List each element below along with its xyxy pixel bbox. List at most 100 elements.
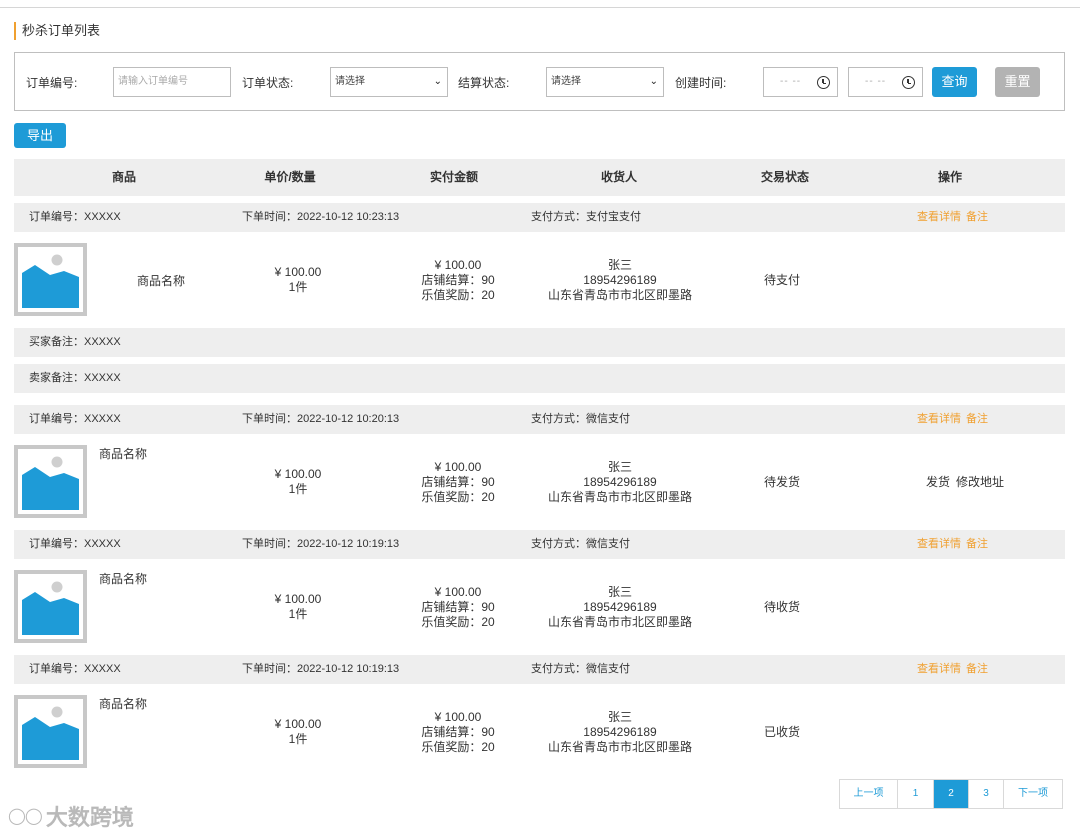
quantity: 1件 <box>288 732 308 746</box>
trade-status: 待收货 <box>763 600 800 614</box>
settle-status-select[interactable]: 请选择 ⌄ <box>546 67 664 97</box>
store-settlement: 店铺结算：90 <box>421 725 495 739</box>
ship-link[interactable]: 发货 <box>926 475 950 490</box>
product-image[interactable] <box>14 695 87 768</box>
remark-link[interactable]: 备注 <box>966 530 988 559</box>
time-start-value: -- -- <box>780 76 802 87</box>
receiver-info: 张三 18954296189 山东省青岛市市北区即墨路 <box>540 258 700 303</box>
reward-points: 乐值奖励：20 <box>421 615 495 629</box>
page-title: 秒杀订单列表 <box>14 22 100 40</box>
receiver-phone: 18954296189 <box>583 475 657 489</box>
price-quantity: ¥ 100.00 1件 <box>248 467 348 497</box>
quantity: 1件 <box>288 607 308 621</box>
watermark-text: 大数跨境 <box>45 805 134 830</box>
chevron-down-icon: ⌄ <box>433 76 442 87</box>
view-detail-link[interactable]: 查看详情 <box>917 203 961 232</box>
price-quantity: ¥ 100.00 1件 <box>248 717 348 747</box>
order-number: 订单编号：XXXXX <box>29 413 121 425</box>
reset-button[interactable]: 重置 <box>995 67 1040 97</box>
order-number: 订单编号：XXXXX <box>29 538 121 550</box>
product-name[interactable]: 商品名称 <box>99 697 147 712</box>
order-time: 下单时间：2022-10-12 10:19:13 <box>242 538 400 550</box>
product-name[interactable]: 商品名称 <box>137 274 185 289</box>
column-header: 操作 <box>937 170 962 184</box>
product-image[interactable] <box>14 445 87 518</box>
price-quantity: ¥ 100.00 1件 <box>248 592 348 622</box>
product-image[interactable] <box>14 243 87 316</box>
receiver-name: 张三 <box>607 460 632 474</box>
payment-method: 支付方式：支付宝支付 <box>531 211 641 223</box>
prev-page-button[interactable]: 上一项 <box>840 780 898 808</box>
quantity: 1件 <box>288 482 308 496</box>
remark-link[interactable]: 备注 <box>966 655 988 684</box>
order-time: 下单时间：2022-10-12 10:20:13 <box>242 413 400 425</box>
order-no-input[interactable]: 请输入订单编号 <box>113 67 231 97</box>
reward-points: 乐值奖励：20 <box>421 740 495 754</box>
column-header: 交易状态 <box>760 170 809 184</box>
column-header: 单价/数量 <box>264 170 316 184</box>
paid-amount: ¥ 100.00 店铺结算：90 乐值奖励：20 <box>403 258 513 303</box>
receiver-name: 张三 <box>607 710 632 724</box>
query-button[interactable]: 查询 <box>932 67 977 97</box>
unit-price: ¥ 100.00 <box>274 265 322 279</box>
paid-value: ¥ 100.00 <box>434 258 482 272</box>
time-start-input[interactable]: -- -- <box>763 67 838 97</box>
next-page-button[interactable]: 下一项 <box>1004 780 1062 808</box>
time-end-input[interactable]: -- -- <box>848 67 923 97</box>
column-header: 收货人 <box>600 170 637 184</box>
receiver-info: 张三 18954296189 山东省青岛市市北区即墨路 <box>540 710 700 755</box>
order-number: 订单编号：XXXXX <box>29 663 121 675</box>
order-status-select[interactable]: 请选择 ⌄ <box>330 67 448 97</box>
filter-panel: 订单编号: 请输入订单编号 订单状态: 请选择 ⌄ 结算状态: 请选择 ⌄ 创建… <box>14 52 1065 111</box>
top-divider <box>0 7 1080 8</box>
column-header: 商品 <box>111 170 136 184</box>
view-detail-link[interactable]: 查看详情 <box>917 405 961 434</box>
receiver-name: 张三 <box>607 585 632 599</box>
paid-amount: ¥ 100.00 店铺结算：90 乐值奖励：20 <box>403 585 513 630</box>
export-button[interactable]: 导出 <box>14 123 66 148</box>
edit-address-link[interactable]: 修改地址 <box>956 475 1004 490</box>
page-button[interactable]: 1 <box>898 780 934 808</box>
product-image[interactable] <box>14 570 87 643</box>
chevron-down-icon: ⌄ <box>649 76 658 87</box>
trade-status: 待发货 <box>763 475 800 489</box>
product-name[interactable]: 商品名称 <box>99 572 147 587</box>
payment-method: 支付方式：微信支付 <box>531 663 630 675</box>
view-detail-link[interactable]: 查看详情 <box>917 530 961 559</box>
order-status-label: 订单状态: <box>242 76 294 90</box>
price-quantity: ¥ 100.00 1件 <box>248 265 348 295</box>
remark-link[interactable]: 备注 <box>966 405 988 434</box>
unit-price: ¥ 100.00 <box>274 592 322 606</box>
order-header-row: 订单编号：XXXXX 下单时间：2022-10-12 10:19:13 支付方式：微… <box>14 530 1065 559</box>
store-settlement: 店铺结算：90 <box>421 475 495 489</box>
receiver-phone: 18954296189 <box>583 273 657 287</box>
page-button[interactable]: 3 <box>969 780 1004 808</box>
remark-link[interactable]: 备注 <box>966 203 988 232</box>
payment-method: 支付方式：微信支付 <box>531 538 630 550</box>
reward-points: 乐值奖励：20 <box>421 288 495 302</box>
receiver-phone: 18954296189 <box>583 600 657 614</box>
receiver-address: 山东省青岛市市北区即墨路 <box>547 615 692 629</box>
pagination: 上一项 1 2 3 下一项 <box>839 779 1063 809</box>
view-detail-link[interactable]: 查看详情 <box>917 655 961 684</box>
receiver-name: 张三 <box>607 258 632 272</box>
reward-points: 乐值奖励：20 <box>421 490 495 504</box>
product-name[interactable]: 商品名称 <box>99 447 147 462</box>
paid-value: ¥ 100.00 <box>434 460 482 474</box>
create-time-label: 创建时间: <box>675 76 727 90</box>
receiver-phone: 18954296189 <box>583 725 657 739</box>
clock-icon <box>817 76 830 89</box>
order-header-row: 订单编号：XXXXX 下单时间：2022-10-12 10:20:13 支付方式：微… <box>14 405 1065 434</box>
trade-status: 已收货 <box>763 725 800 739</box>
unit-price: ¥ 100.00 <box>274 467 322 481</box>
receiver-address: 山东省青岛市市北区即墨路 <box>547 490 692 504</box>
store-settlement: 店铺结算：90 <box>421 600 495 614</box>
payment-method: 支付方式：微信支付 <box>531 413 630 425</box>
order-header-row: 订单编号：XXXXX 下单时间：2022-10-12 10:19:13 支付方式：微… <box>14 655 1065 684</box>
settle-status-label: 结算状态: <box>458 76 510 90</box>
page-button-current[interactable]: 2 <box>934 780 969 808</box>
trade-status: 待支付 <box>763 273 800 287</box>
paid-amount: ¥ 100.00 店铺结算：90 乐值奖励：20 <box>403 460 513 505</box>
paid-value: ¥ 100.00 <box>434 585 482 599</box>
receiver-address: 山东省青岛市市北区即墨路 <box>547 740 692 754</box>
